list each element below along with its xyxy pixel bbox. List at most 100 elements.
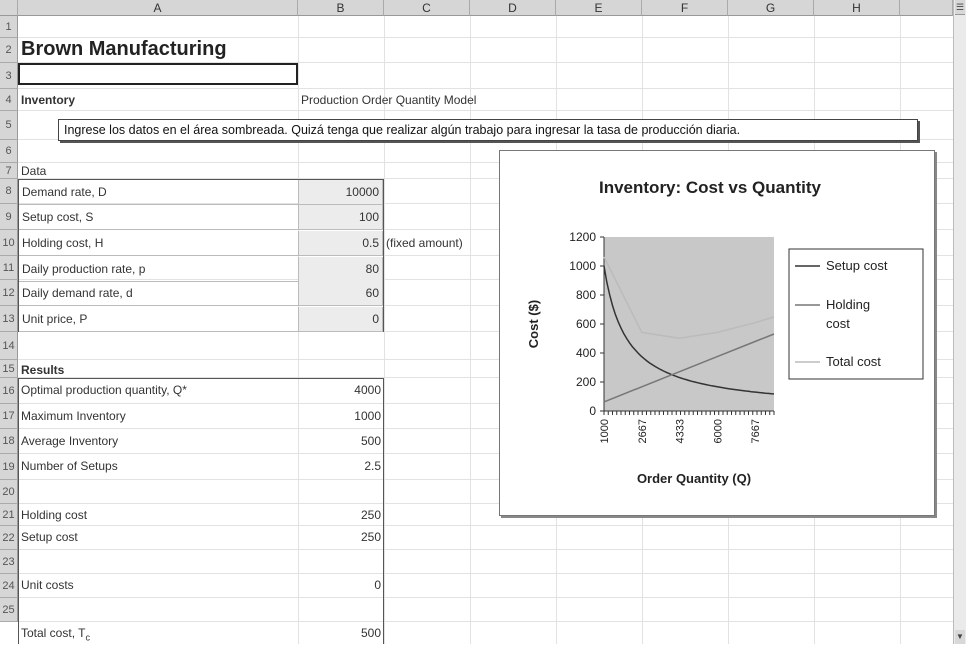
y-tick-label: 800	[576, 288, 596, 302]
setup-cost-label[interactable]: Setup cost	[18, 526, 298, 548]
row-header-25[interactable]: 25	[0, 598, 18, 622]
legend-label-line: cost	[826, 316, 850, 331]
result-value[interactable]: 2.5	[298, 454, 384, 479]
chart-title: Inventory: Cost vs Quantity	[599, 178, 822, 197]
y-tick-label: 400	[576, 346, 596, 360]
y-tick-label: 1000	[569, 259, 596, 273]
row-header-9[interactable]: 9	[0, 204, 18, 230]
column-header-h[interactable]: H	[814, 0, 900, 16]
row-header-18[interactable]: 18	[0, 429, 18, 454]
results-label[interactable]: Results	[18, 360, 67, 380]
row-header-12[interactable]: 12	[0, 280, 18, 306]
sheet-title[interactable]: Brown Manufacturing	[18, 33, 230, 63]
column-header-c[interactable]: C	[384, 0, 470, 16]
legend-label: Setup cost	[826, 258, 888, 273]
result-label[interactable]: Average Inventory	[18, 429, 298, 454]
row-header-21[interactable]: 21	[0, 504, 18, 526]
input-label[interactable]: Setup cost, S	[19, 205, 299, 230]
input-label[interactable]: Unit price, P	[19, 307, 299, 332]
row-header-19[interactable]: 19	[0, 454, 18, 480]
column-header-b[interactable]: B	[298, 0, 384, 16]
input-label[interactable]: Holding cost, H	[19, 231, 299, 256]
legend-label-line: Holding	[826, 297, 870, 312]
row-header-11[interactable]: 11	[0, 256, 18, 280]
setup-cost-value[interactable]: 250	[298, 526, 384, 548]
column-header-i[interactable]	[900, 0, 953, 16]
row-header-8[interactable]: 8	[0, 179, 18, 204]
column-header-f[interactable]: F	[642, 0, 728, 16]
total-cost-subscript: c	[85, 632, 90, 643]
legend-label: Total cost	[826, 354, 881, 369]
result-label[interactable]: Maximum Inventory	[18, 404, 298, 429]
row-header-20[interactable]: 20	[0, 480, 18, 504]
row-header-15[interactable]: 15	[0, 360, 18, 378]
inputs-table: Demand rate, D 10000 Setup cost, S 100 Holdi…	[18, 179, 463, 332]
row-header-16[interactable]: 16	[0, 378, 18, 404]
holding-cost-label[interactable]: Holding cost	[18, 504, 298, 526]
vertical-scrollbar[interactable]: ☰ ▼	[953, 0, 966, 644]
active-cell-a2[interactable]	[18, 63, 298, 85]
input-value[interactable]: 80	[299, 257, 383, 282]
cell-comment: Ingrese los datos en el área sombreada. …	[58, 119, 918, 141]
column-header-a[interactable]: A	[18, 0, 298, 16]
input-label[interactable]: Demand rate, D	[19, 180, 299, 205]
row-gridline	[18, 88, 953, 89]
result-value[interactable]: 1000	[298, 404, 384, 429]
x-tick-label: 1000	[599, 419, 611, 443]
row-header-14[interactable]: 14	[0, 332, 18, 360]
y-tick-label: 0	[589, 404, 596, 418]
y-axis-label: Cost ($)	[526, 300, 541, 348]
x-tick-label: 7667	[750, 419, 762, 443]
total-cost-value[interactable]: 500	[298, 622, 384, 644]
input-note[interactable]: (fixed amount)	[383, 231, 466, 256]
y-tick-label: 1200	[569, 230, 596, 244]
row-header-4[interactable]: 4	[0, 89, 18, 111]
column-header-d[interactable]: D	[470, 0, 556, 16]
inventory-label[interactable]: Inventory	[18, 89, 78, 111]
input-value[interactable]: 60	[299, 281, 383, 306]
row-header-22[interactable]: 22	[0, 526, 18, 550]
input-value[interactable]: 100	[299, 205, 383, 230]
column-header-e[interactable]: E	[556, 0, 642, 16]
result-value[interactable]: 4000	[298, 378, 384, 403]
result-value[interactable]: 500	[298, 429, 384, 454]
row-header-23[interactable]: 23	[0, 550, 18, 574]
x-tick-label: 6000	[712, 419, 724, 443]
y-tick-label: 600	[576, 317, 596, 331]
y-tick-label: 200	[576, 375, 596, 389]
row-gridline	[18, 110, 953, 111]
input-value[interactable]: 0.5	[299, 231, 383, 256]
row-header-13[interactable]: 13	[0, 306, 18, 332]
row-header-6[interactable]: 6	[0, 140, 18, 163]
cost-vs-quantity-chart: Inventory: Cost vs Quantity 0 200 400 600 800…	[526, 178, 924, 486]
row-header-1[interactable]: 1	[0, 16, 18, 38]
total-cost-label-text: Total cost, T	[21, 626, 86, 640]
input-label[interactable]: Daily demand rate, d	[19, 281, 299, 306]
total-cost-label[interactable]: Total cost, Tc	[18, 622, 298, 644]
unit-costs-value[interactable]: 0	[298, 574, 384, 596]
column-header-g[interactable]: G	[728, 0, 814, 16]
unit-costs-label[interactable]: Unit costs	[18, 574, 298, 596]
result-label[interactable]: Number of Setups	[18, 454, 298, 479]
row-header-7[interactable]: 7	[0, 163, 18, 179]
result-label[interactable]: Optimal production quantity, Q*	[18, 378, 298, 403]
input-value[interactable]: 0	[299, 307, 383, 332]
row-header-2[interactable]: 2	[0, 38, 18, 63]
x-tick-label: 4333	[675, 419, 687, 443]
scroll-down-arrow-icon[interactable]: ▼	[955, 630, 965, 644]
input-label[interactable]: Daily production rate, p	[19, 257, 299, 282]
select-all-corner[interactable]	[0, 0, 18, 16]
x-tick-label: 2667	[637, 419, 649, 443]
chart-object[interactable]: Inventory: Cost vs Quantity 0 200 400 600 800…	[499, 150, 935, 516]
row-header-10[interactable]: 10	[0, 230, 18, 256]
model-label[interactable]: Production Order Quantity Model	[298, 89, 479, 111]
row-header-3[interactable]: 3	[0, 63, 18, 89]
holding-cost-value[interactable]: 250	[298, 504, 384, 526]
row-header-24[interactable]: 24	[0, 574, 18, 598]
split-box-icon[interactable]: ☰	[955, 0, 965, 15]
row-header-5[interactable]: 5	[0, 111, 18, 140]
data-label[interactable]: Data	[18, 163, 49, 179]
x-axis-label: Order Quantity (Q)	[637, 471, 751, 486]
input-value[interactable]: 10000	[299, 180, 383, 205]
row-header-17[interactable]: 17	[0, 404, 18, 429]
